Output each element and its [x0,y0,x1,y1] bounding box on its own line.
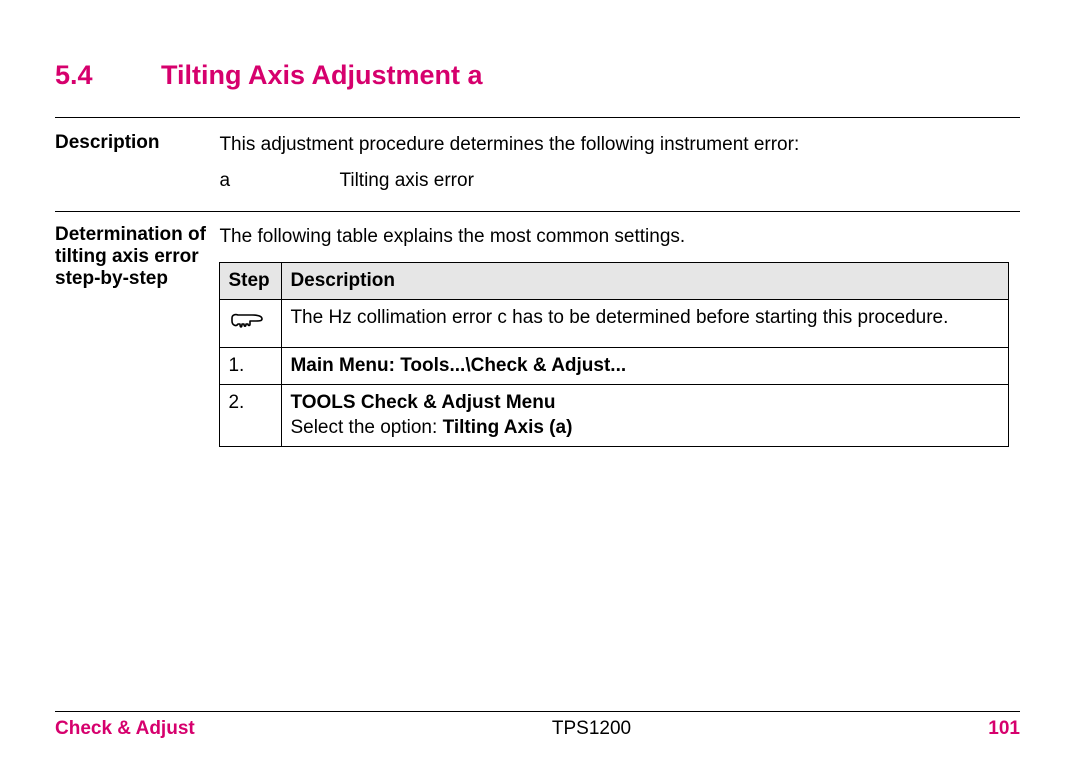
divider-top [55,117,1020,118]
step-cell: 2. [220,384,282,446]
table-header-row: Step Description [220,262,1009,299]
step-desc: The Hz collimation error c has to be det… [282,299,1009,348]
page-footer: Check & Adjust TPS1200 101 [55,711,1020,740]
step-desc-bold: TOOLS Check & Adjust Menu [290,390,1000,416]
step-desc: TOOLS Check & Adjust Menu Select the opt… [282,384,1009,446]
step-desc-plain: Select the option: Tilting Axis (a) [290,415,1000,441]
table-row: The Hz collimation error c has to be det… [220,299,1009,348]
header-step: Step [220,262,282,299]
description-text: This adjustment procedure determines the… [219,132,1009,158]
step-cell: 1. [220,348,282,385]
determination-content: The following table explains the most co… [219,224,1009,447]
table-row: 2. TOOLS Check & Adjust Menu Select the … [220,384,1009,446]
determination-label: Determination of tilting axis error step… [55,224,215,290]
step-desc-plain-prefix: Select the option: [290,417,442,438]
footer-model: TPS1200 [552,718,631,740]
description-content: This adjustment procedure determines the… [219,132,1009,193]
determination-intro: The following table explains the most co… [219,224,1009,250]
description-label: Description [55,132,215,154]
footer-divider [55,711,1020,712]
error-line: aTilting axis error [219,168,1009,194]
pointing-hand-icon [228,305,266,335]
header-desc: Description [282,262,1009,299]
step-desc-plain-bold: Tilting Axis (a) [443,417,573,438]
description-block: Description This adjustment procedure de… [55,132,1020,193]
section-number: 5.4 [55,60,161,91]
error-value: Tilting axis error [339,170,473,191]
step-desc: Main Menu: Tools...\Check & Adjust... [282,348,1009,385]
footer-page-number: 101 [988,718,1020,740]
divider-mid [55,211,1020,212]
steps-table: Step Description [219,262,1009,447]
section-heading: 5.4Tilting Axis Adjustment a [55,60,1020,91]
step-cell-icon [220,299,282,348]
step-desc-bold: Main Menu: Tools...\Check & Adjust... [290,355,626,376]
footer-chapter: Check & Adjust [55,718,195,740]
footer-row: Check & Adjust TPS1200 101 [55,718,1020,740]
section-title: Tilting Axis Adjustment a [161,60,483,90]
error-key: a [219,168,339,194]
determination-block: Determination of tilting axis error step… [55,224,1020,447]
table-row: 1. Main Menu: Tools...\Check & Adjust... [220,348,1009,385]
